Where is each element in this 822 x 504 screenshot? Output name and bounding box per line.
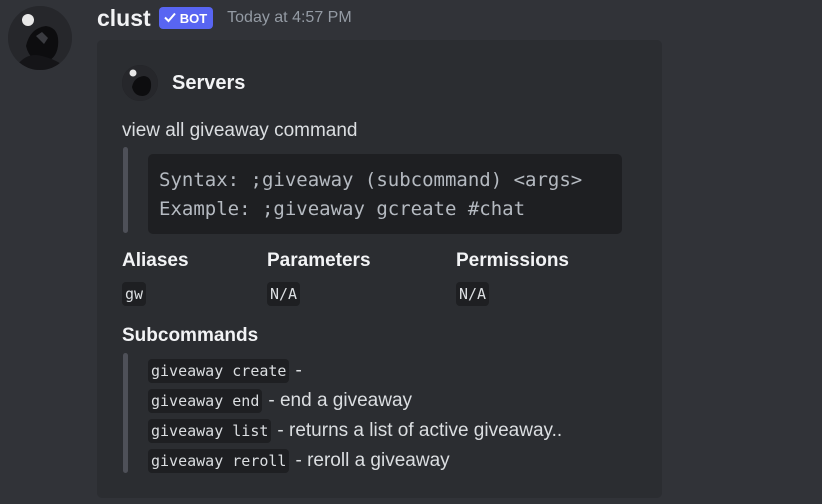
subcommand-description: - reroll a giveaway <box>295 450 450 471</box>
bot-badge-label: BOT <box>179 10 208 26</box>
subcommands-list: giveaway create - giveaway end - end a g… <box>148 356 562 476</box>
subcommand-description: - <box>295 360 302 381</box>
subcommand-code: giveaway create <box>148 359 290 383</box>
embed-author-name: Servers <box>172 71 246 94</box>
field-aliases-name: Aliases <box>122 250 189 271</box>
inline-code: N/A <box>456 282 490 306</box>
field-parameters-name: Parameters <box>267 250 371 271</box>
embed-author: Servers <box>122 65 245 101</box>
blockquote-bar <box>123 353 128 473</box>
check-icon <box>163 10 177 27</box>
subcommand-description: - end a giveaway <box>268 390 413 411</box>
subcommand-code: giveaway end <box>148 389 263 413</box>
syntax-line: Syntax: ;giveaway (subcommand) <args> <box>159 169 583 191</box>
server-avatar <box>122 65 158 101</box>
field-parameters-value: N/A <box>267 282 301 306</box>
subcommand-row: giveaway list - returns a list of active… <box>148 416 562 446</box>
subcommand-row: giveaway reroll - reroll a giveaway <box>148 446 562 476</box>
field-permissions-value: N/A <box>456 282 490 306</box>
subcommand-description: - returns a list of active giveaway.. <box>277 420 563 441</box>
message-header: clust BOT Today at 4:57 PM <box>97 2 352 34</box>
embed: Servers view all giveaway command Syntax… <box>97 40 662 498</box>
field-aliases-value: gw <box>122 282 147 306</box>
syntax-code-block: Syntax: ;giveaway (subcommand) <args> Exa… <box>148 154 622 234</box>
bot-badge: BOT <box>158 7 214 29</box>
username[interactable]: clust <box>97 5 151 32</box>
user-avatar[interactable] <box>8 6 72 70</box>
subcommand-code: giveaway reroll <box>148 449 290 473</box>
inline-code: gw <box>122 282 147 306</box>
example-line: Example: ;giveaway gcreate #chat <box>159 198 526 220</box>
subcommands-title: Subcommands <box>122 325 259 346</box>
inline-code: N/A <box>267 282 301 306</box>
subcommand-row: giveaway create - <box>148 356 562 386</box>
subcommand-row: giveaway end - end a giveaway <box>148 386 562 416</box>
subcommand-code: giveaway list <box>148 419 272 443</box>
timestamp[interactable]: Today at 4:57 PM <box>227 9 352 27</box>
embed-description: view all giveaway command <box>122 120 358 141</box>
blockquote-bar <box>123 147 128 233</box>
field-permissions-name: Permissions <box>456 250 569 271</box>
